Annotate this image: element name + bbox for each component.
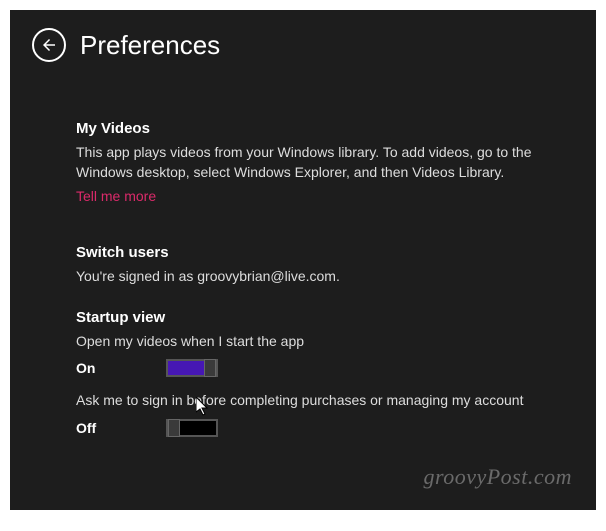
startup-view-heading: Startup view xyxy=(76,309,554,326)
watermark: groovyPost.com xyxy=(423,464,572,490)
my-videos-description: This app plays videos from your Windows … xyxy=(76,143,554,182)
switch-users-description: You're signed in as groovybrian@live.com… xyxy=(76,267,554,287)
switch-users-heading: Switch users xyxy=(76,244,554,261)
page-title: Preferences xyxy=(80,30,220,61)
signin-setting-state: Off xyxy=(76,420,166,436)
tell-me-more-link[interactable]: Tell me more xyxy=(76,188,156,204)
signin-toggle[interactable] xyxy=(166,419,218,437)
preferences-panel: Preferences My Videos This app plays vid… xyxy=(10,10,596,510)
my-videos-section: My Videos This app plays videos from you… xyxy=(76,120,554,206)
signin-setting-row: Off xyxy=(76,419,554,437)
startup-view-setting1-state: On xyxy=(76,360,166,376)
startup-view-setting1-label: Open my videos when I start the app xyxy=(76,332,554,352)
startup-view-setting1-row: On xyxy=(76,359,554,377)
my-videos-heading: My Videos xyxy=(76,120,554,137)
signin-setting-label: Ask me to sign in before completing purc… xyxy=(76,391,554,411)
toggle-knob xyxy=(168,419,180,437)
arrow-left-icon xyxy=(40,36,58,54)
header: Preferences xyxy=(32,28,574,62)
startup-view-section: Startup view Open my videos when I start… xyxy=(76,309,554,437)
content-area: My Videos This app plays videos from you… xyxy=(32,120,574,437)
toggle-knob xyxy=(204,359,216,377)
switch-users-section: Switch users You're signed in as groovyb… xyxy=(76,244,554,287)
toggle-fill xyxy=(168,361,204,375)
back-button[interactable] xyxy=(32,28,66,62)
startup-view-toggle[interactable] xyxy=(166,359,218,377)
